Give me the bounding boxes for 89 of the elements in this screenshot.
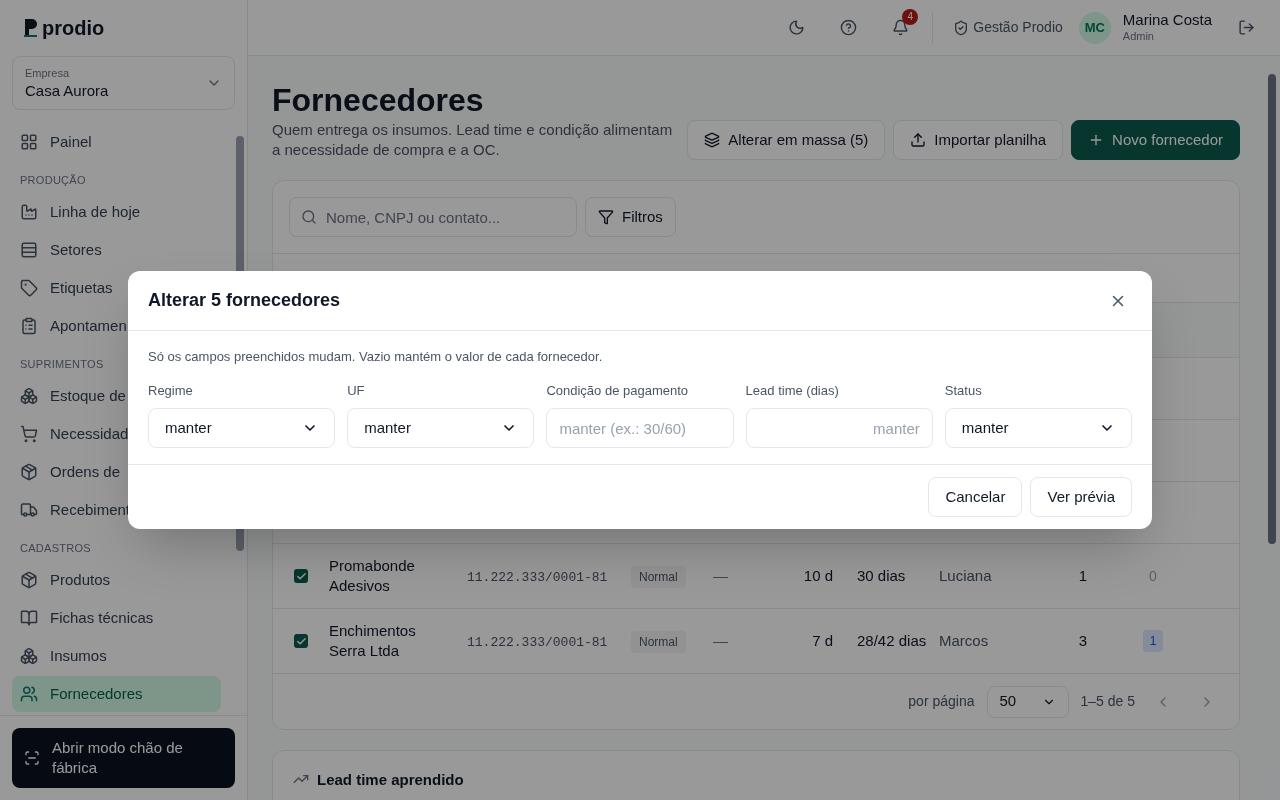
card-title: Lead time aprendido: [317, 770, 464, 790]
page-title: Fornecedores: [272, 81, 485, 120]
table-cell: —: [713, 566, 728, 584]
user-role: Admin: [1122, 28, 1155, 44]
action-button[interactable]: Novo fornecedor: [1071, 120, 1240, 160]
notifications-button[interactable]: 4: [880, 7, 921, 48]
table-cell: 7 d: [812, 631, 833, 649]
filters-button[interactable]: Filtros: [585, 197, 676, 237]
cart-icon: [20, 425, 38, 443]
field-label: Condição de pagamento: [546, 381, 690, 400]
brand-name: prodio: [42, 16, 105, 41]
nav-item[interactable]: Linha de hoje: [12, 194, 221, 230]
nav-item[interactable]: Setores: [12, 232, 221, 268]
table-cell: 10 d: [803, 566, 833, 584]
dialog-note: Só os campos preenchidos mudam. Vazio mantém o valor de cada fornecedor.: [148, 348, 604, 366]
table-cell: 28/42 dias: [857, 631, 927, 649]
search-icon: [301, 209, 317, 225]
row-checkbox[interactable]: [294, 569, 308, 583]
nav-item[interactable]: Fornecedores: [12, 676, 221, 712]
help-icon: [839, 19, 857, 36]
table-cell: 30 dias: [857, 566, 906, 584]
field-label: Regime: [148, 381, 194, 400]
row-checkbox[interactable]: [294, 634, 308, 648]
table-cell: Luciana: [939, 566, 992, 584]
rows-icon: [20, 241, 38, 259]
nav-item[interactable]: Insumos: [12, 638, 221, 674]
table-cell: 1: [1078, 566, 1088, 584]
upload-icon: [910, 132, 927, 148]
input-field[interactable]: manter: [745, 408, 933, 448]
supplier-name: Promabonde Adesivos: [329, 557, 415, 594]
select-field[interactable]: manter: [347, 408, 535, 448]
search-field[interactable]: Nome, CNPJ ou contato...: [289, 197, 577, 237]
shield-icon: [953, 19, 970, 36]
workspace-label[interactable]: Gestão Prodio: [945, 17, 1071, 38]
notification-count: 4: [902, 8, 919, 25]
grid-icon: [20, 133, 38, 151]
field-label: Lead time (dias): [745, 381, 840, 400]
factory-icon: [20, 203, 38, 221]
filter-icon: [598, 209, 614, 225]
nav-item[interactable]: Painel: [12, 124, 221, 160]
nav-item[interactable]: Fichas técnicas: [12, 600, 221, 636]
cnpj-cell: 11.222.333/0001-81: [467, 634, 608, 650]
floor-mode-button[interactable]: Abrir modo chão de fábrica: [12, 728, 235, 788]
section-heading: PRODUÇÃO: [20, 172, 86, 188]
nav-item[interactable]: Ordens de: [12, 454, 221, 490]
table-cell: Marcos: [939, 631, 989, 649]
boxes-icon: [20, 647, 38, 665]
moon-icon: [787, 19, 805, 36]
nav-item[interactable]: Recebiment: [12, 492, 221, 528]
cnpj-cell: 11.222.333/0001-81: [467, 569, 608, 585]
regime-tag: Normal: [631, 565, 686, 588]
company-select[interactable]: Empresa Casa Aurora: [12, 56, 235, 110]
book-icon: [20, 609, 38, 627]
per-page-select[interactable]: 50: [986, 685, 1069, 718]
bell-icon: [891, 19, 909, 36]
table-cell: 3: [1078, 631, 1088, 649]
user-name: Marina Costa: [1122, 11, 1212, 28]
per-page-label: por página: [908, 692, 975, 711]
action-button[interactable]: Importar planilha: [893, 120, 1064, 160]
nav-item[interactable]: Produtos: [12, 562, 221, 598]
page-range: 1–5 de 5: [1080, 692, 1135, 711]
supplier-name: Enchimentos Serra Ltda: [329, 622, 416, 659]
count-badge: 1: [1142, 630, 1164, 652]
field-label: UF: [347, 381, 366, 400]
boxes-icon: [20, 387, 38, 405]
dialog-button[interactable]: Cancelar: [928, 477, 1023, 517]
page-subtitle: Quem entrega os insumos. Lead time e condição alimentam a necessidade de compra e a OC.: [272, 120, 674, 160]
table-cell-text: 0: [1149, 566, 1157, 586]
section-heading: SUPRIMENTOS: [20, 356, 104, 372]
clipboard-icon: [20, 317, 38, 335]
layers-icon: [704, 132, 721, 148]
field-label: Status: [944, 381, 983, 400]
users-icon: [20, 685, 38, 703]
select-field[interactable]: manter: [148, 408, 336, 448]
logout-icon: [1237, 19, 1255, 36]
regime-tag: Normal: [631, 630, 686, 653]
package-icon: [20, 571, 38, 589]
scan-icon: [24, 750, 40, 766]
tag-icon: [20, 279, 38, 297]
input-field[interactable]: manter (ex.: 30/60): [546, 408, 734, 448]
truck-icon: [20, 501, 38, 519]
dialog-button[interactable]: Ver prévia: [1030, 477, 1132, 517]
package-icon: [20, 463, 38, 481]
table-cell: —: [713, 631, 728, 649]
section-heading: CADASTROS: [20, 540, 91, 556]
logo-icon: [24, 18, 38, 38]
select-field[interactable]: manter: [944, 408, 1132, 448]
action-button[interactable]: Alterar em massa (5): [687, 120, 886, 160]
user-avatar[interactable]: MC: [1078, 11, 1111, 44]
